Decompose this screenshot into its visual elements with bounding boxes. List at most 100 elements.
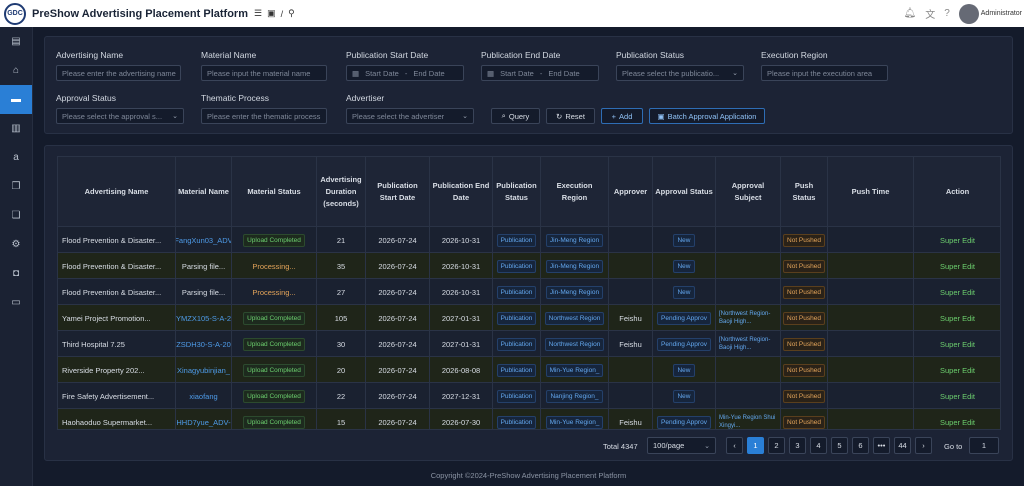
cell-duration-value: 21 xyxy=(336,235,346,245)
calendar-icon: ▦ xyxy=(352,68,360,78)
exec-region-input[interactable]: Please input the execution area xyxy=(761,65,888,81)
pub-end-range[interactable]: ▦ Start Date - End Date xyxy=(481,65,599,81)
thematic-input[interactable]: Please enter the thematic process xyxy=(201,108,327,124)
column-header: Approval Status xyxy=(653,157,716,227)
add-button[interactable]: + Add xyxy=(601,108,643,124)
cell-action[interactable]: Super Edit xyxy=(914,357,1000,383)
cell-material-name-value[interactable]: Xinagyubinjian_ xyxy=(177,366,230,375)
table-row[interactable]: Fire Safety Advertisement... xiaofang Uplo… xyxy=(58,383,1000,409)
cell-action[interactable]: Super Edit xyxy=(914,383,1000,409)
cell-pub-end-value: 2026-10-31 xyxy=(441,261,481,271)
cell-duration: 22 xyxy=(317,383,366,409)
pub-start-range[interactable]: ▦ Start Date - End Date xyxy=(346,65,464,81)
page-button[interactable]: 1 xyxy=(747,437,764,454)
super-edit-button[interactable]: Super Edit xyxy=(940,314,975,323)
page-button[interactable]: 44 xyxy=(894,437,911,454)
user-name[interactable]: Administrator xyxy=(981,10,1022,17)
cell-material-name[interactable]: xiaofang xyxy=(176,383,232,409)
super-edit-button[interactable]: Super Edit xyxy=(940,418,975,427)
page-button[interactable]: 5 xyxy=(831,437,848,454)
cell-ad-name: Fire Safety Advertisement... xyxy=(58,383,176,409)
cell-material-name-value[interactable]: HHD7yue_ADV- xyxy=(176,418,230,427)
cell-material-name[interactable]: FangXun03_ADV xyxy=(176,227,232,253)
sidebar-item-advertising[interactable]: ▬ xyxy=(0,85,32,114)
sidebar-item-settings[interactable]: ⚙ xyxy=(0,230,32,259)
advertiser-select[interactable]: Please select the advertiser ⌄ xyxy=(346,108,474,124)
cell-pub-end: 2026-10-31 xyxy=(430,227,493,253)
page-button[interactable]: 2 xyxy=(768,437,785,454)
cell-pub-status: Publication xyxy=(493,253,541,279)
next-page-button[interactable]: › xyxy=(915,437,932,454)
material-name-input[interactable]: Please input the material name xyxy=(201,65,327,81)
avatar[interactable] xyxy=(958,3,979,24)
cell-material-name-value[interactable]: xiaofang xyxy=(189,392,217,401)
sidebar-item-copy[interactable]: ❐ xyxy=(0,172,32,201)
cell-material-name-value[interactable]: YMZX105-S-A-2 xyxy=(176,314,231,323)
table-row[interactable]: Yamei Project Promotion... YMZX105-S-A-2 U… xyxy=(58,305,1000,331)
cell-material-name[interactable]: Xinagyubinjian_ xyxy=(176,357,232,383)
reset-button[interactable]: ↻ Reset xyxy=(546,108,595,124)
page-size-select[interactable]: 100/page ⌄ xyxy=(647,437,716,454)
table-row[interactable]: Flood Prevention & Disaster... FangXun03_… xyxy=(58,227,1000,253)
sidebar-item-archive[interactable]: ◘ xyxy=(0,259,32,288)
prev-page-button[interactable]: ‹ xyxy=(726,437,743,454)
cell-material-name[interactable]: YMZX105-S-A-2 xyxy=(176,305,232,331)
advertiser-placeholder: Please select the advertiser xyxy=(352,111,445,121)
cell-action[interactable]: Super Edit xyxy=(914,331,1000,357)
query-button[interactable]: ⌕ Query xyxy=(491,108,540,124)
super-edit-button[interactable]: Super Edit xyxy=(940,340,975,349)
page-button[interactable]: 4 xyxy=(810,437,827,454)
cell-material-name[interactable]: ZSDH30-S-A-20 xyxy=(176,331,232,357)
page-button[interactable]: 3 xyxy=(789,437,806,454)
more-pages-button[interactable]: ••• xyxy=(873,437,890,454)
cell-action[interactable]: Super Edit xyxy=(914,409,1000,429)
menu-icon[interactable]: ☰ xyxy=(254,8,262,19)
page-button[interactable]: 6 xyxy=(852,437,869,454)
table-row[interactable]: Riverside Property 202... Xinagyubinjian_… xyxy=(58,357,1000,383)
pub-status-select[interactable]: Please select the publicatio... ⌄ xyxy=(616,65,744,81)
bell-icon[interactable]: 🔔︎ xyxy=(904,8,917,19)
cell-material-name-value[interactable]: FangXun03_ADV xyxy=(176,236,231,245)
table-row[interactable]: Flood Prevention & Disaster... Parsing fi… xyxy=(58,279,1000,305)
cell-material-name[interactable]: HHD7yue_ADV- xyxy=(176,409,232,429)
ad-name-input[interactable]: Please enter the advertising name xyxy=(56,65,181,81)
cell-material-name-value[interactable]: ZSDH30-S-A-20 xyxy=(176,340,231,349)
sidebar-item-document[interactable]: ▤ xyxy=(0,27,32,56)
super-edit-button[interactable]: Super Edit xyxy=(940,366,975,375)
cell-duration: 27 xyxy=(317,279,366,305)
super-edit-button[interactable]: Super Edit xyxy=(940,236,975,245)
cell-action[interactable]: Super Edit xyxy=(914,305,1000,331)
super-edit-button[interactable]: Super Edit xyxy=(940,288,975,297)
cell-action[interactable]: Super Edit xyxy=(914,279,1000,305)
cell-action[interactable]: Super Edit xyxy=(914,253,1000,279)
cell-exec-region-value: Northwest Region xyxy=(544,337,605,351)
sidebar-item-amazon[interactable]: a xyxy=(0,143,32,172)
cell-duration-value: 35 xyxy=(336,261,346,271)
sidebar-item-chart[interactable]: ▥ xyxy=(0,114,32,143)
super-edit-button[interactable]: Super Edit xyxy=(940,392,975,401)
column-header: Publication End Date xyxy=(430,157,493,227)
goto-input[interactable]: 1 xyxy=(969,437,999,454)
cell-push-time xyxy=(828,253,914,279)
cell-push-time xyxy=(828,279,914,305)
cell-material-status-value: Upload Completed xyxy=(243,415,305,429)
batch-approval-button[interactable]: ▣ Batch Approval Application xyxy=(649,108,765,124)
cell-ad-name-value: Fire Safety Advertisement... xyxy=(62,391,155,401)
cell-ad-name-value: Flood Prevention & Disaster... xyxy=(62,235,162,245)
cell-duration-value: 30 xyxy=(336,339,346,349)
approval-status-select[interactable]: Please select the approval s... ⌄ xyxy=(56,108,184,124)
sidebar-item-monitor[interactable]: ▭ xyxy=(0,288,32,317)
cell-action[interactable]: Super Edit xyxy=(914,227,1000,253)
table-row[interactable]: Third Hospital 7.25 ZSDH30-S-A-20 Upload C… xyxy=(58,331,1000,357)
super-edit-button[interactable]: Super Edit xyxy=(940,262,975,271)
help-icon[interactable]: ? xyxy=(944,8,950,19)
table-row[interactable]: Haohaoduo Supermarket... HHD7yue_ADV- Uplo… xyxy=(58,409,1000,429)
dashboard-icon[interactable]: ▣ xyxy=(267,8,276,19)
gear-icon: ⚙ xyxy=(11,239,21,250)
sidebar-item-files[interactable]: ❏ xyxy=(0,201,32,230)
location-icon[interactable]: ⚲ xyxy=(288,8,295,19)
cell-approver xyxy=(609,357,653,383)
sidebar-item-store[interactable]: ⌂ xyxy=(0,56,32,85)
translate-icon[interactable]: 文 xyxy=(925,6,935,21)
table-row[interactable]: Flood Prevention & Disaster... Parsing fi… xyxy=(58,253,1000,279)
